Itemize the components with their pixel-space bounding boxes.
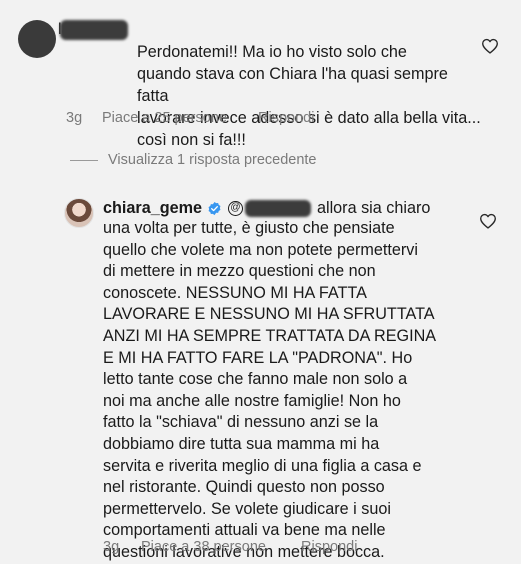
likes-count-link[interactable]: Piace a 25 persone	[102, 110, 258, 126]
reply-reply-link[interactable]: Rispondi	[301, 539, 357, 555]
reply-thread-line	[70, 159, 98, 161]
reply-time: 3g	[103, 539, 120, 555]
reply-meta: 3g Piace a 38 persone Rispondi	[103, 539, 357, 555]
comment-text: Perdonatemi!! Ma io ho visto solo che qu…	[137, 19, 482, 151]
reply-username[interactable]: chiara_geme	[103, 199, 202, 218]
reply-first-line: allora sia chiaro	[316, 198, 431, 217]
reply-likes-count-link[interactable]: Piace a 38 persone	[141, 539, 301, 555]
mention-at-icon: @	[227, 200, 243, 216]
comment-time: 3g	[66, 110, 83, 126]
reply-body: una volta per tutte, è giusto che pensia…	[103, 219, 437, 561]
view-previous-replies[interactable]: Visualizza 1 risposta precedente	[70, 152, 317, 168]
comment-meta: 3g Piace a 25 persone Rispondi	[66, 110, 314, 126]
reply-comment: chiara_geme @ allora sia chiaro una volt…	[103, 196, 463, 564]
redaction-block	[60, 20, 128, 40]
commenter-avatar[interactable]	[18, 20, 56, 58]
verified-badge-icon	[208, 201, 221, 215]
heart-outline-icon[interactable]	[481, 38, 499, 54]
heart-outline-icon[interactable]	[479, 213, 497, 229]
view-replies-label: Visualizza 1 risposta precedente	[108, 152, 317, 168]
reply-avatar[interactable]	[64, 198, 94, 228]
reply-header: chiara_geme @ allora sia chiaro	[103, 196, 463, 220]
comment-body: Perdonatemi!! Ma io ho visto solo che qu…	[137, 43, 481, 149]
mention-redaction-block	[244, 199, 311, 217]
reply-link[interactable]: Rispondi	[258, 110, 314, 126]
